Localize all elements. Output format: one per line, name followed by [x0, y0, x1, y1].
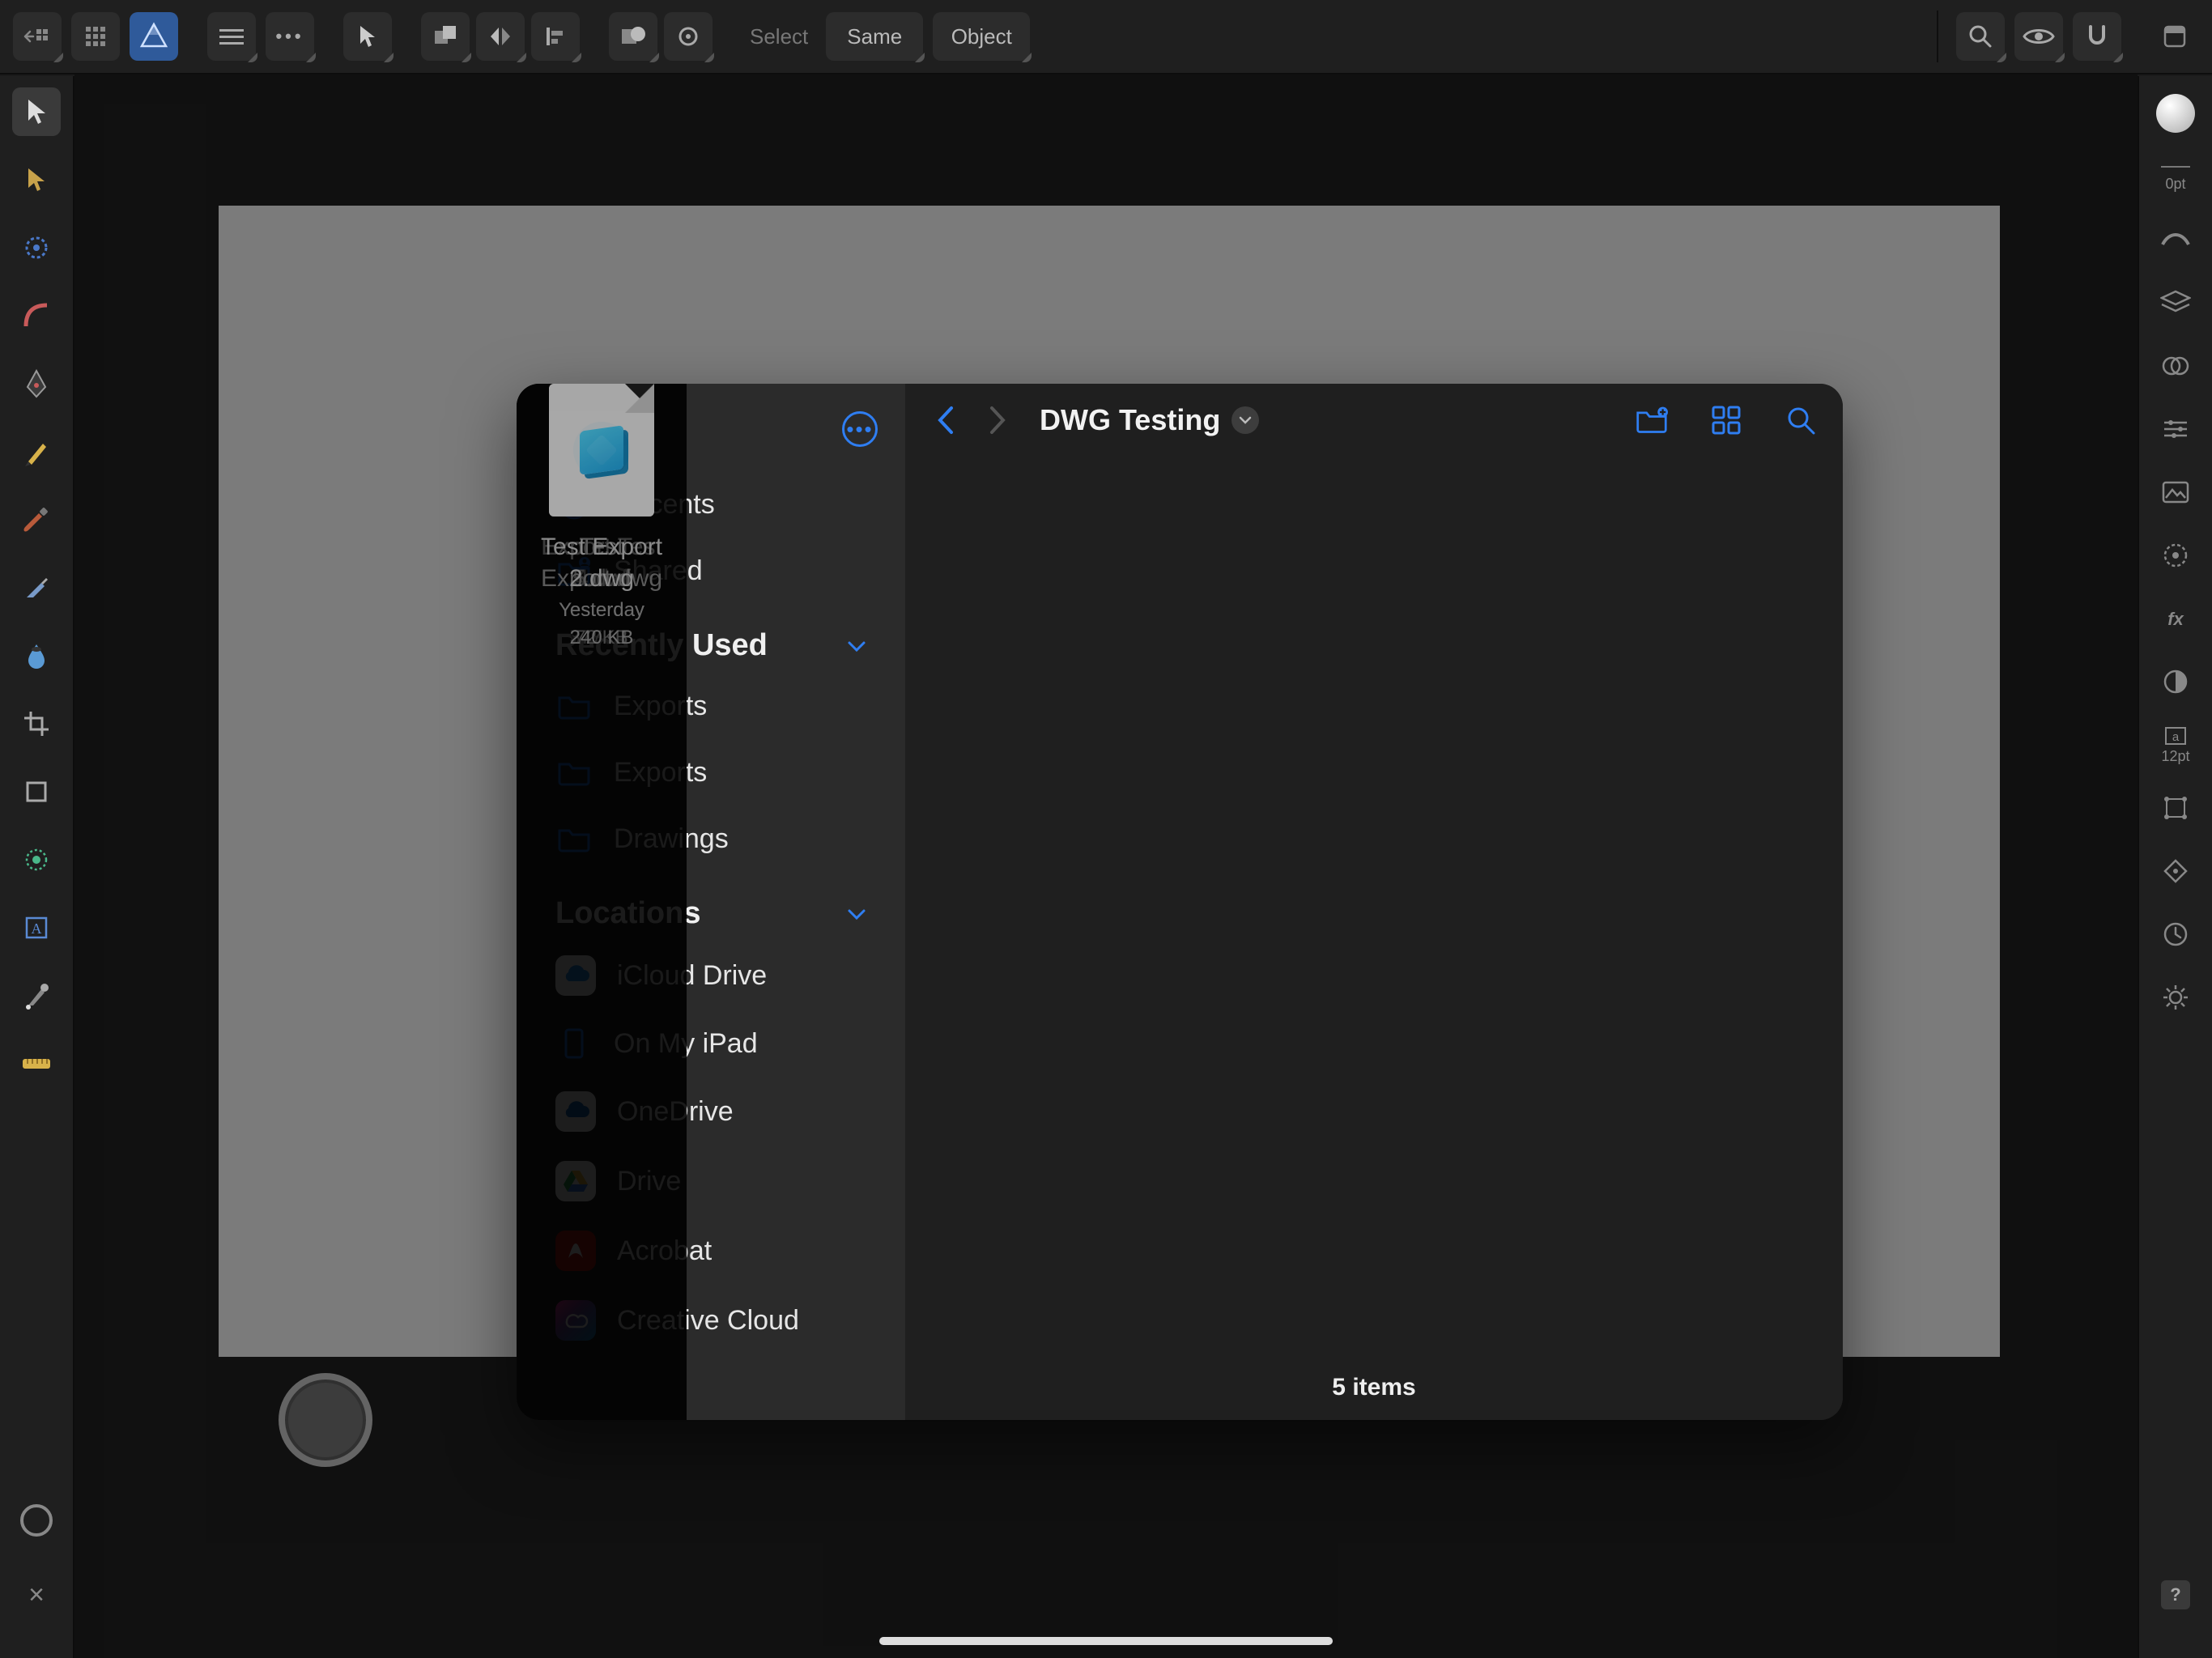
- move-tool[interactable]: [12, 87, 61, 136]
- text-panel-icon[interactable]: a 12pt: [2156, 725, 2195, 764]
- path-title[interactable]: DWG Testing: [1040, 403, 1259, 437]
- pencil-tool[interactable]: [12, 427, 61, 476]
- flip-horizontal-button[interactable]: [476, 12, 525, 61]
- file-picker-header: DWG Testing: [905, 384, 1843, 457]
- more-options-button[interactable]: •••: [842, 411, 878, 447]
- edit-menu-button[interactable]: •••: [266, 12, 314, 61]
- select-same-button[interactable]: Same: [826, 12, 923, 61]
- boolean-ops-button[interactable]: [609, 12, 657, 61]
- zoom-button[interactable]: [1956, 12, 2005, 61]
- fx-panel-icon[interactable]: fx: [2156, 599, 2195, 638]
- chevron-down-icon: [847, 901, 866, 927]
- brushes-panel-icon[interactable]: [2156, 220, 2195, 259]
- history-panel-icon[interactable]: [2156, 915, 2195, 954]
- color-picker-tool[interactable]: [12, 971, 61, 1020]
- arrange-button[interactable]: [421, 12, 470, 61]
- right-studio-column: 0pt fx a 12pt ?: [2138, 76, 2212, 1658]
- file-thumbnail: [549, 384, 654, 517]
- nav-forward-button: [980, 402, 1015, 438]
- nav-back-button[interactable]: [928, 402, 963, 438]
- home-indicator: [879, 1637, 1333, 1645]
- layers-panel-icon[interactable]: [2156, 283, 2195, 322]
- document-menu-button[interactable]: [207, 12, 256, 61]
- adjustments-panel-icon[interactable]: [2156, 346, 2195, 385]
- point-transform-tool[interactable]: [12, 223, 61, 272]
- select-object-button[interactable]: Object: [933, 12, 1030, 61]
- transform-panel-icon[interactable]: [2156, 789, 2195, 827]
- close-tool-icon[interactable]: ×: [28, 1579, 45, 1611]
- view-grid-button[interactable]: [1707, 401, 1746, 440]
- dwg-icon: [580, 425, 623, 475]
- top-toolbar: ••• Select Same: [0, 0, 2212, 74]
- pen-tool[interactable]: [12, 359, 61, 408]
- navigator-panel-icon[interactable]: [2156, 852, 2195, 891]
- corner-tool[interactable]: [12, 291, 61, 340]
- select-label: Select: [742, 24, 816, 49]
- settings-panel-icon[interactable]: [2156, 978, 2195, 1017]
- file-picker-footer: 5 items: [905, 1355, 1843, 1420]
- artistic-text-tool[interactable]: A: [12, 903, 61, 952]
- crop-tool[interactable]: [12, 699, 61, 748]
- styles-panel-icon[interactable]: [2156, 662, 2195, 701]
- record-indicator-icon: [20, 1504, 53, 1537]
- back-home-button[interactable]: [13, 12, 62, 61]
- move-tool-button[interactable]: [343, 12, 392, 61]
- measure-tool[interactable]: [12, 1039, 61, 1088]
- sliders-panel-icon[interactable]: [2156, 410, 2195, 449]
- file-picker-main: DWG Testing Export Test 3.dwg Ye: [905, 384, 1843, 1420]
- expand-panel-button[interactable]: [2150, 12, 2199, 61]
- svg-text:A: A: [32, 920, 42, 937]
- file-date-label: Yesterday: [559, 599, 644, 622]
- canvas-area: Cancel ••• Recents Shared Recently Used: [74, 74, 2138, 1658]
- node-tool[interactable]: [12, 155, 61, 204]
- chevron-down-icon: [847, 633, 866, 659]
- presets-panel-icon[interactable]: [2156, 536, 2195, 575]
- svg-text:fx: fx: [2167, 609, 2184, 629]
- file-item[interactable]: Test Export 2.dwg Yesterday 240 KB: [517, 384, 687, 1420]
- color-swatch[interactable]: [2156, 94, 2195, 133]
- file-name-label: Test Export 2.dwg: [517, 531, 687, 594]
- help-button[interactable]: ?: [2161, 1580, 2190, 1609]
- shape-tool[interactable]: [12, 767, 61, 816]
- file-size-label: 240 KB: [570, 627, 634, 649]
- preview-button[interactable]: [2014, 12, 2063, 61]
- file-picker-modal: Cancel ••• Recents Shared Recently Used: [517, 384, 1843, 1420]
- grid-button[interactable]: [71, 12, 120, 61]
- file-grid: Export Test 3.dwg Yesterday 949 KB Expor…: [905, 457, 1843, 1355]
- vector-brush-tool[interactable]: [12, 495, 61, 544]
- chevron-down-icon: [1231, 406, 1259, 434]
- stroke-panel-icon[interactable]: 0pt: [2156, 157, 2195, 196]
- align-button[interactable]: [531, 12, 580, 61]
- snapping-button[interactable]: [2073, 12, 2121, 61]
- fill-tool[interactable]: [12, 631, 61, 680]
- insert-target-button[interactable]: [664, 12, 713, 61]
- new-folder-button[interactable]: [1632, 401, 1671, 440]
- stock-panel-icon[interactable]: [2156, 473, 2195, 512]
- shape-builder-tool[interactable]: [12, 835, 61, 884]
- left-tool-column: A ×: [0, 76, 74, 1658]
- svg-text:a: a: [2172, 730, 2180, 744]
- affinity-app-icon[interactable]: [130, 12, 178, 61]
- search-button[interactable]: [1781, 401, 1820, 440]
- knife-tool[interactable]: [12, 563, 61, 612]
